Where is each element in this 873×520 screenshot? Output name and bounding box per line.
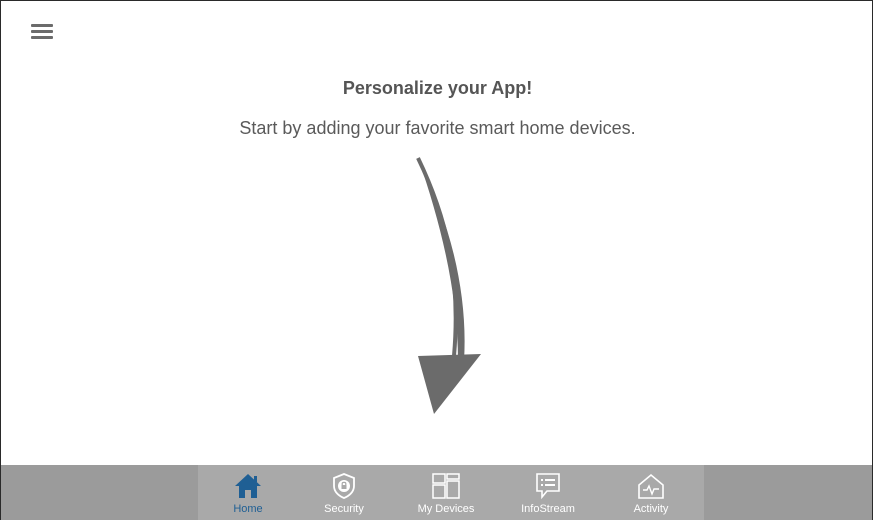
devices-grid-icon (432, 473, 460, 499)
tab-infostream[interactable]: InfoStream (498, 465, 598, 520)
curved-arrow-down-icon (416, 157, 481, 414)
tab-security-label: Security (324, 503, 364, 515)
home-icon (235, 474, 261, 498)
menu-line (31, 24, 53, 27)
activity-house-icon (638, 473, 664, 499)
message-list-icon (536, 473, 560, 500)
tab-group: Home Security My Devices InfoStream Acti… (198, 465, 704, 520)
page-subtitle: Start by adding your favorite smart home… (239, 118, 636, 138)
tab-activity[interactable]: Activity (601, 465, 701, 520)
tab-activity-label: Activity (633, 503, 669, 515)
app-window: Personalize your App! Start by adding yo… (0, 0, 873, 520)
tab-infostream-label: InfoStream (521, 503, 575, 515)
shield-lock-icon (333, 473, 355, 499)
tab-home-label: Home (233, 503, 263, 515)
tab-my-devices-label: My Devices (417, 503, 475, 515)
bottom-tab-bar: Home Security My Devices InfoStream Acti… (1, 465, 872, 520)
tab-my-devices[interactable]: My Devices (396, 465, 496, 520)
page-title: Personalize your App! (342, 78, 533, 98)
tab-security[interactable]: Security (294, 465, 394, 520)
tab-home[interactable]: Home (198, 465, 298, 520)
menu-line (31, 36, 53, 39)
menu-line (31, 30, 53, 33)
hamburger-menu-icon[interactable] (31, 24, 53, 42)
